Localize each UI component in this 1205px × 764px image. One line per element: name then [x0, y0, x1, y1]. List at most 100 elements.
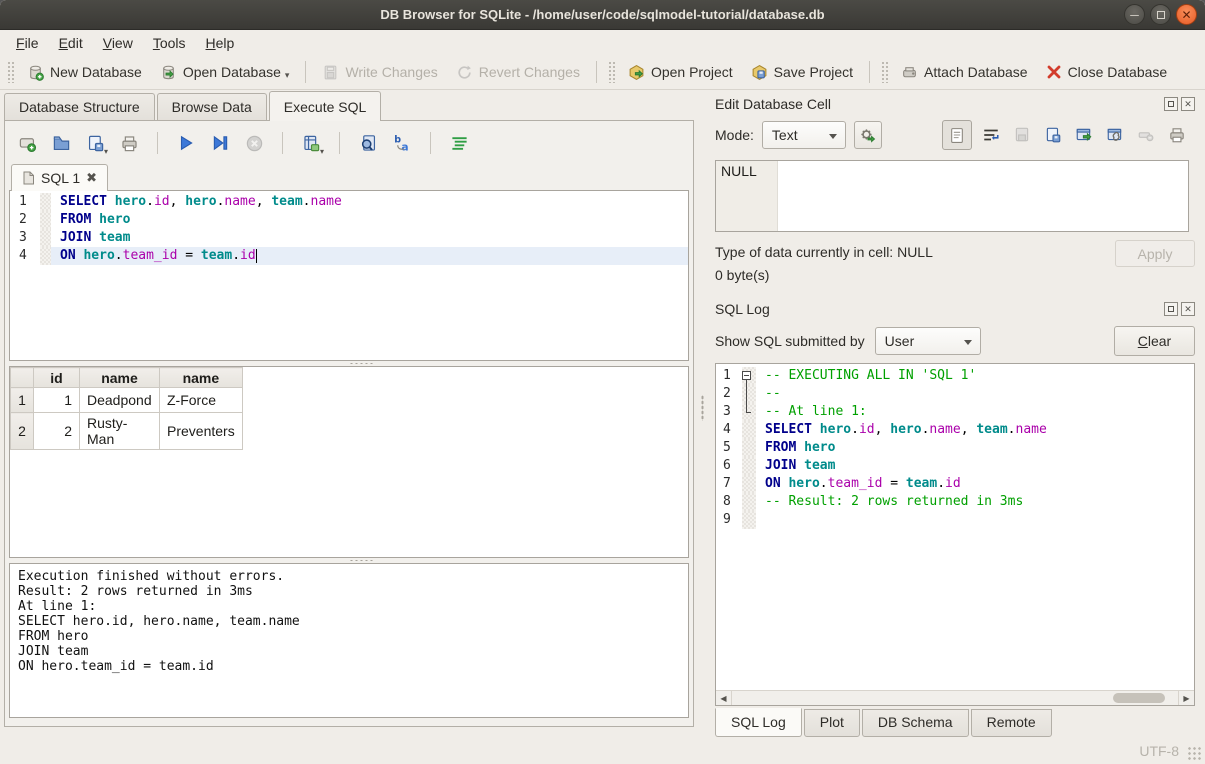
resize-grip[interactable]: [1188, 747, 1202, 761]
sql-log-editor[interactable]: 1-- EXECUTING ALL IN 'SQL 1'2--3-- At li…: [716, 364, 1194, 690]
menu-tools[interactable]: Tools: [143, 32, 196, 54]
grid-corner-cell[interactable]: [11, 368, 34, 388]
execution-log[interactable]: Execution finished without errors. Resul…: [9, 563, 689, 718]
pane-splitter[interactable]: [698, 90, 707, 738]
export-data-button[interactable]: [1041, 123, 1065, 147]
set-null-button[interactable]: [1134, 123, 1158, 147]
print-cell-button[interactable]: [1165, 123, 1189, 147]
results-grid[interactable]: idnamename 11DeadpondZ-Force22Rusty-ManP…: [9, 366, 689, 558]
sql-tab-close-icon[interactable]: ✖: [86, 170, 97, 186]
tab-browse-data[interactable]: Browse Data: [157, 93, 267, 121]
code-line[interactable]: 4ON hero.team_id = team.id: [10, 247, 688, 265]
code-line[interactable]: 3JOIN team: [10, 229, 688, 247]
text-mode-button[interactable]: [942, 120, 972, 150]
table-cell[interactable]: 2: [34, 413, 80, 450]
mode-select[interactable]: Text: [762, 121, 846, 149]
float-dock-button[interactable]: [1164, 302, 1178, 316]
close-button[interactable]: ✕: [1176, 4, 1197, 25]
write-changes-button[interactable]: Write Changes: [314, 60, 445, 85]
maximize-button[interactable]: [1150, 4, 1171, 25]
column-header[interactable]: name: [160, 368, 243, 388]
find-button[interactable]: [356, 131, 380, 155]
open-database-button[interactable]: Open Database ▾: [152, 60, 298, 85]
editor-results-splitter[interactable]: [9, 361, 689, 366]
open-database-dropdown-caret[interactable]: ▾: [285, 70, 290, 81]
scroll-right-icon[interactable]: ▶: [1178, 691, 1194, 705]
column-header[interactable]: name: [80, 368, 160, 388]
code-line[interactable]: 3-- At line 1:: [716, 403, 1194, 421]
dock-tab-remote[interactable]: Remote: [971, 709, 1052, 737]
stop-button[interactable]: [242, 131, 266, 155]
row-header[interactable]: 1: [11, 388, 34, 413]
close-dock-button[interactable]: ✕: [1181, 302, 1195, 316]
apply-button[interactable]: Apply: [1115, 240, 1195, 267]
submitter-value: User: [885, 333, 915, 349]
save-project-button[interactable]: Save Project: [743, 60, 861, 85]
clear-log-button[interactable]: Clear: [1114, 326, 1195, 356]
save-dropdown-caret[interactable]: ▾: [104, 147, 108, 156]
save-results-button[interactable]: ▾: [299, 131, 323, 155]
auto-switch-mode-button[interactable]: [854, 121, 882, 149]
execute-all-button[interactable]: [174, 131, 198, 155]
float-dock-button[interactable]: [1164, 97, 1178, 111]
code-line[interactable]: 9: [716, 511, 1194, 529]
revert-changes-button[interactable]: Revert Changes: [448, 60, 588, 85]
table-cell[interactable]: Preventers: [160, 413, 243, 450]
save-sql-file-button[interactable]: ▾: [83, 131, 107, 155]
menu-view[interactable]: View: [93, 32, 143, 54]
log-horizontal-scrollbar[interactable]: ◀ ▶: [716, 690, 1194, 705]
tab-database-structure[interactable]: Database Structure: [4, 93, 155, 121]
code-line[interactable]: 6JOIN team: [716, 457, 1194, 475]
sql-editor[interactable]: 1SELECT hero.id, hero.name, team.name2FR…: [9, 190, 689, 361]
submitter-select[interactable]: User: [875, 327, 981, 355]
dock-tab-db-schema[interactable]: DB Schema: [862, 709, 969, 737]
toolbar-grip[interactable]: [608, 61, 615, 83]
menu-edit[interactable]: Edit: [49, 32, 93, 54]
copy-link-button[interactable]: [1103, 123, 1127, 147]
table-cell[interactable]: Deadpond: [80, 388, 160, 413]
open-sql-tab-button[interactable]: [15, 131, 39, 155]
column-header[interactable]: id: [34, 368, 80, 388]
results-log-splitter[interactable]: [9, 558, 689, 563]
dock-tab-plot[interactable]: Plot: [804, 709, 860, 737]
scrollbar-thumb[interactable]: [1113, 693, 1166, 703]
close-database-button[interactable]: Close Database: [1038, 60, 1176, 84]
word-wrap-button[interactable]: [979, 123, 1003, 147]
code-line[interactable]: 1SELECT hero.id, hero.name, team.name: [10, 193, 688, 211]
attach-database-button[interactable]: Attach Database: [893, 60, 1036, 85]
cell-value-editor[interactable]: NULL: [715, 160, 1189, 232]
code-line[interactable]: 1-- EXECUTING ALL IN 'SQL 1': [716, 367, 1194, 385]
print-sql-button[interactable]: [117, 131, 141, 155]
table-cell[interactable]: 1: [34, 388, 80, 413]
format-sql-button[interactable]: [447, 131, 471, 155]
execute-line-button[interactable]: [208, 131, 232, 155]
code-line[interactable]: 2--: [716, 385, 1194, 403]
close-dock-button[interactable]: ✕: [1181, 97, 1195, 111]
find-replace-button[interactable]: ba: [390, 131, 414, 155]
menu-file[interactable]: File: [6, 32, 49, 54]
dock-tab-sql-log[interactable]: SQL Log: [715, 708, 802, 737]
import-data-button[interactable]: [1010, 123, 1034, 147]
save-results-dropdown-caret[interactable]: ▾: [320, 147, 324, 156]
fold-collapse-icon[interactable]: [742, 371, 751, 380]
tab-execute-sql[interactable]: Execute SQL: [269, 91, 382, 121]
row-header[interactable]: 2: [11, 413, 34, 450]
toolbar-grip[interactable]: [7, 61, 14, 83]
open-sql-file-button[interactable]: [49, 131, 73, 155]
scroll-left-icon[interactable]: ◀: [716, 691, 732, 705]
code-line[interactable]: 7ON hero.team_id = team.id: [716, 475, 1194, 493]
code-line[interactable]: 4SELECT hero.id, hero.name, team.name: [716, 421, 1194, 439]
open-project-button[interactable]: Open Project: [620, 60, 741, 85]
code-line[interactable]: 2FROM hero: [10, 211, 688, 229]
table-cell[interactable]: Rusty-Man: [80, 413, 160, 450]
code-line[interactable]: 5FROM hero: [716, 439, 1194, 457]
minimize-button[interactable]: ─: [1124, 4, 1145, 25]
new-database-button[interactable]: New Database: [19, 60, 150, 85]
cell-text-area[interactable]: [778, 161, 1188, 231]
open-in-external-button[interactable]: [1072, 123, 1096, 147]
code-line[interactable]: 8-- Result: 2 rows returned in 3ms: [716, 493, 1194, 511]
menu-help[interactable]: Help: [196, 32, 245, 54]
sql-1-tab[interactable]: SQL 1 ✖: [11, 164, 108, 191]
table-cell[interactable]: Z-Force: [160, 388, 243, 413]
toolbar-grip[interactable]: [881, 61, 888, 83]
